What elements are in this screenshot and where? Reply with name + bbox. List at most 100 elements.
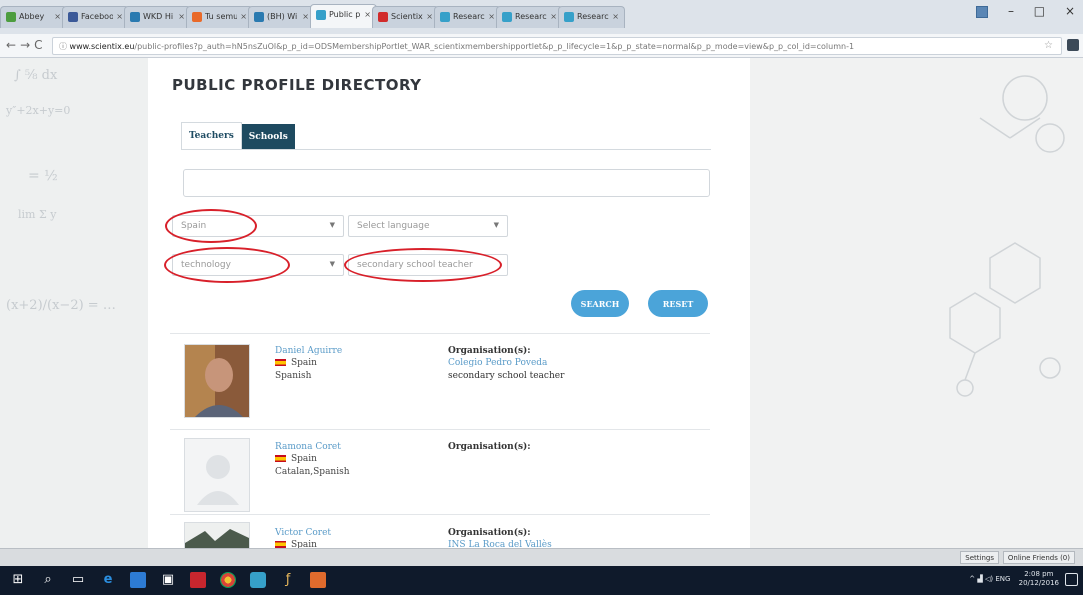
profile-country: Spain	[275, 454, 317, 464]
tab-close-icon[interactable]: ×	[426, 12, 433, 21]
profile-country-label: Spain	[291, 358, 317, 368]
organisation-link[interactable]: Colegio Pedro Poveda	[448, 358, 547, 368]
browser-tab[interactable]: Research×	[434, 6, 501, 28]
spain-flag-icon	[275, 455, 286, 462]
maximize-button[interactable]: □	[1034, 4, 1045, 18]
background-left: ∫ ⁵⁄₈ dx y″+2x+y=0 = ½ lim Σ y (x+2)/(x−…	[0, 58, 148, 566]
tab-favicon-icon	[130, 12, 140, 22]
chevron-down-icon: ▼	[493, 221, 499, 229]
tab-close-icon[interactable]: ×	[116, 12, 123, 21]
tab-favicon-icon	[440, 12, 450, 22]
forward-icon[interactable]: →	[20, 38, 34, 52]
browser-tab-label: Research	[453, 12, 485, 21]
reload-icon[interactable]: C	[34, 38, 46, 52]
search-input[interactable]	[183, 169, 710, 197]
browser-tab[interactable]: Abbey ×	[0, 6, 67, 28]
browser-tab-strip: Abbey×Facebook×WKD Hi×Tu semu×(BH) Wi×Pu…	[0, 0, 1083, 34]
chrome-icon[interactable]	[220, 572, 236, 588]
tab-favicon-icon	[6, 12, 16, 22]
chevron-down-icon: ▼	[329, 221, 335, 229]
file-explorer-icon[interactable]	[130, 572, 146, 588]
tab-favicon-icon	[378, 12, 388, 22]
profile-card: Ramona Coret Spain Catalan,Spanish Organ…	[170, 430, 710, 530]
avatar-placeholder-icon	[185, 439, 249, 511]
window-controls: – □ ×	[960, 4, 1075, 18]
position-select[interactable]: secondary school teacher	[348, 254, 508, 276]
store-icon[interactable]: ▣	[160, 572, 176, 588]
volume-icon[interactable]: ◁)	[985, 575, 993, 583]
avatar	[184, 438, 250, 512]
tab-close-icon[interactable]: ×	[612, 12, 619, 21]
browser-tab[interactable]: Research×	[558, 6, 625, 28]
url-domain: www.scientix.eu	[69, 42, 135, 51]
subject-select[interactable]: technology ▼	[172, 254, 344, 276]
language-placeholder: Select language	[357, 221, 430, 231]
extension-icon[interactable]	[1067, 39, 1079, 51]
browser-tab[interactable]: Public p ×	[310, 4, 377, 28]
tab-close-icon[interactable]: ×	[488, 12, 495, 21]
page-title: PUBLIC PROFILE DIRECTORY	[172, 76, 422, 94]
app-pen-icon[interactable]: ƒ	[280, 572, 296, 588]
app-blue-icon[interactable]	[250, 572, 266, 588]
browser-tab[interactable]: Facebook×	[62, 6, 129, 28]
bookmark-star-icon[interactable]: ☆	[1044, 40, 1053, 51]
clock-date: 20/12/2016	[1018, 579, 1059, 587]
app-orange-icon[interactable]	[310, 572, 326, 588]
language-select[interactable]: Select language ▼	[348, 215, 508, 237]
input-language[interactable]: ENG	[995, 575, 1010, 583]
chevron-down-icon: ▼	[329, 260, 335, 268]
tab-close-icon[interactable]: ×	[364, 10, 371, 19]
browser-tab[interactable]: Tu semu ×	[186, 6, 253, 28]
tab-close-icon[interactable]: ×	[302, 12, 309, 21]
tab-close-icon[interactable]: ×	[240, 12, 247, 21]
profile-name[interactable]: Ramona Coret	[275, 442, 341, 452]
info-icon[interactable]: ⓘ	[59, 42, 70, 51]
profile-photo	[185, 345, 249, 417]
spain-flag-icon	[275, 541, 286, 548]
profile-name[interactable]: Victor Coret	[275, 528, 331, 538]
browser-tab-label: Abbey	[19, 12, 45, 21]
browser-tab[interactable]: WKD Hi ×	[124, 6, 191, 28]
search-icon[interactable]: ⌕	[40, 572, 56, 588]
tab-teachers[interactable]: Teachers	[181, 122, 242, 150]
browser-tab[interactable]: Scientix ×	[372, 6, 439, 28]
windows-start-icon[interactable]: ⊞	[10, 572, 26, 588]
tab-close-icon[interactable]: ×	[550, 12, 557, 21]
back-icon[interactable]: ←	[6, 38, 20, 52]
notification-icon[interactable]	[1065, 573, 1078, 586]
tab-schools[interactable]: Schools	[241, 124, 295, 150]
tray-chevron-icon[interactable]: ^	[969, 575, 975, 583]
organisation-label: Organisation(s):	[448, 346, 531, 356]
position-value: secondary school teacher	[357, 260, 473, 270]
clock[interactable]: 2:08 pm 20/12/2016	[1019, 570, 1059, 588]
minimize-button[interactable]: –	[1008, 4, 1014, 18]
tab-favicon-icon	[502, 12, 512, 22]
spain-flag-icon	[275, 359, 286, 366]
url-field[interactable]: ⓘ www.scientix.eu/public-profiles?p_auth…	[52, 37, 1062, 55]
profile-name[interactable]: Daniel Aguirre	[275, 346, 342, 356]
organisation-label: Organisation(s):	[448, 528, 531, 538]
task-view-icon[interactable]: ▭	[70, 572, 86, 588]
tab-favicon-icon	[316, 10, 326, 20]
app-icon	[976, 5, 989, 18]
browser-tab[interactable]: Research×	[496, 6, 563, 28]
nav-buttons: ←→C	[6, 38, 47, 52]
edge-browser-icon[interactable]: e	[100, 572, 116, 588]
tab-favicon-icon	[254, 12, 264, 22]
avatar	[184, 344, 250, 418]
profile-country: Spain	[275, 358, 317, 368]
clock-time: 2:08 pm	[1024, 570, 1054, 578]
browser-tab[interactable]: (BH) Wi ×	[248, 6, 315, 28]
tab-close-icon[interactable]: ×	[178, 12, 185, 21]
browser-tab-label: Tu semu	[205, 12, 237, 21]
profile-role: secondary school teacher	[448, 371, 565, 381]
settings-button[interactable]: Settings	[960, 551, 999, 564]
close-window-button[interactable]: ×	[1065, 4, 1075, 18]
network-icon[interactable]: ▟	[977, 575, 982, 583]
online-friends-button[interactable]: Online Friends (0)	[1002, 551, 1075, 564]
country-select[interactable]: Spain ▼	[172, 215, 344, 237]
search-button[interactable]: SEARCH	[571, 290, 629, 317]
app-red-icon[interactable]	[190, 572, 206, 588]
reset-button[interactable]: RESET	[648, 290, 708, 317]
tab-close-icon[interactable]: ×	[54, 12, 61, 21]
